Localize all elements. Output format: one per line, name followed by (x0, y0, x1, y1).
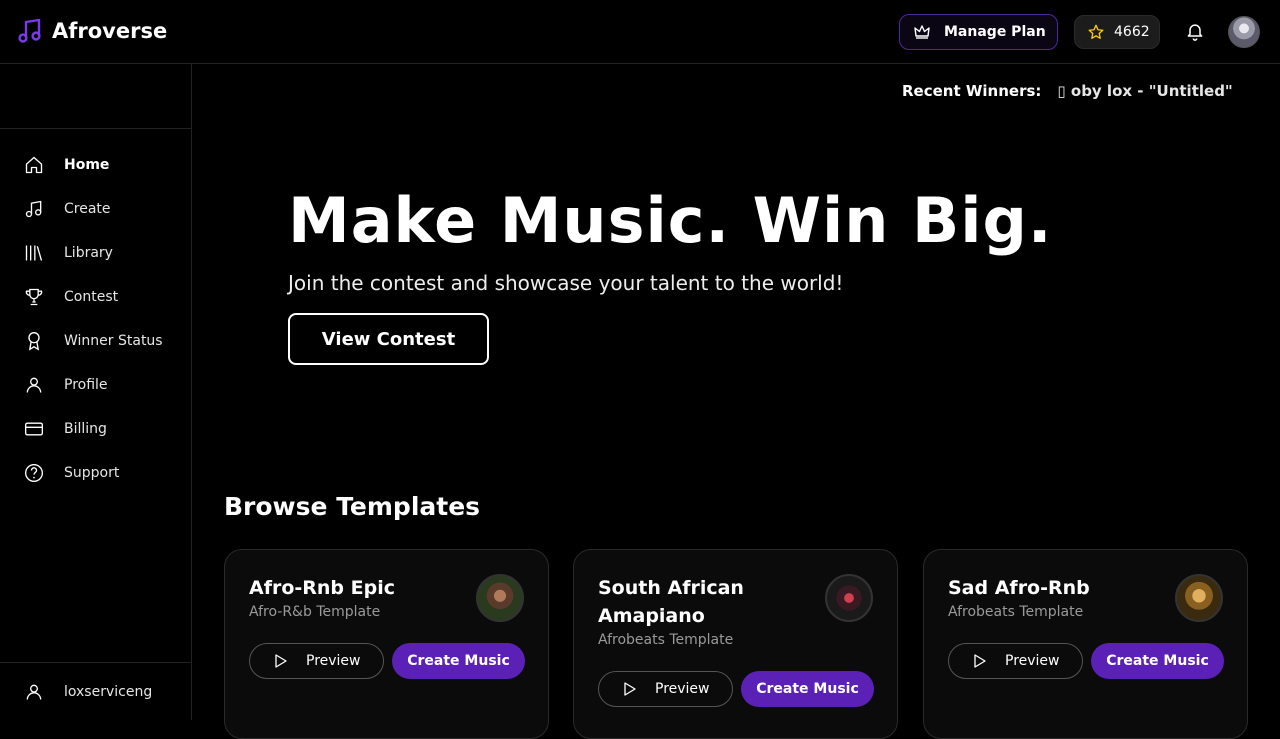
sidebar-item-label: Support (64, 465, 120, 481)
award-icon (28, 332, 40, 351)
hero-title: Make Music. Win Big. (288, 184, 1053, 257)
home-icon (25, 156, 43, 174)
preview-label: Preview (655, 681, 710, 697)
preview-label: Preview (1005, 653, 1060, 669)
preview-label: Preview (306, 653, 361, 669)
view-contest-button[interactable]: View Contest (288, 313, 489, 365)
sidebar-item-profile[interactable]: Profile (24, 373, 108, 397)
sidebar-item-library[interactable]: Library (24, 241, 113, 265)
sidebar-item-support[interactable]: Support (24, 461, 119, 485)
sidebar-item-label: Winner Status (64, 333, 163, 349)
sidebar-divider (0, 128, 191, 129)
star-icon (1088, 24, 1104, 39)
credits-count: 4662 (1114, 24, 1150, 40)
preview-button[interactable]: Preview (249, 643, 384, 679)
template-card: Afro-Rnb Epic Afro-R&b Template Preview … (224, 549, 549, 739)
crown-icon (914, 25, 930, 39)
preview-button[interactable]: Preview (948, 643, 1083, 679)
sidebar-user[interactable]: loxserviceng (24, 680, 152, 704)
create-music-button[interactable]: Create Music (741, 671, 874, 707)
sidebar-item-winner-status[interactable]: Winner Status (24, 329, 163, 353)
music-note-icon (25, 200, 42, 218)
play-icon (624, 682, 636, 696)
brand[interactable]: Afroverse (18, 18, 167, 44)
recent-winners-label: Recent Winners: (902, 82, 1042, 100)
manage-plan-label: Manage Plan (944, 24, 1046, 40)
sidebar-item-label: Library (64, 245, 113, 261)
top-bar: Afroverse Manage Plan 4662 (0, 0, 1280, 64)
sidebar-item-label: Create (64, 201, 111, 217)
template-thumbnail (476, 574, 524, 622)
create-music-button[interactable]: Create Music (392, 643, 525, 679)
user-icon (26, 377, 42, 393)
sidebar-item-home[interactable]: Home (24, 153, 109, 177)
create-music-button[interactable]: Create Music (1091, 643, 1224, 679)
sidebar-item-label: Contest (64, 289, 119, 305)
template-name: South African Amapiano (598, 577, 744, 627)
template-name: Sad Afro-Rnb (948, 577, 1090, 599)
recent-winners-ticker: Recent Winners: ▯ oby lox - "Untitled" (902, 82, 1233, 100)
sidebar-item-label: Profile (64, 377, 108, 393)
sidebar-item-label: Billing (64, 421, 107, 437)
template-type: Afro-R&b Template (249, 604, 381, 620)
user-icon (26, 684, 42, 700)
template-type: Afrobeats Template (598, 632, 734, 648)
browse-templates-title: Browse Templates (224, 492, 481, 521)
preview-button[interactable]: Preview (598, 671, 733, 707)
credits-badge[interactable]: 4662 (1074, 15, 1160, 49)
library-icon (25, 245, 43, 261)
bell-icon[interactable] (1185, 21, 1205, 41)
play-icon (974, 654, 986, 668)
sidebar-footer-divider (0, 662, 191, 663)
sidebar-username: loxserviceng (64, 684, 153, 700)
template-type: Afrobeats Template (948, 604, 1084, 620)
app-name: Afroverse (52, 19, 168, 43)
hero-subtitle: Join the contest and showcase your talen… (288, 271, 844, 295)
sidebar-item-contest[interactable]: Contest (24, 285, 118, 309)
music-note-logo-icon (18, 18, 41, 43)
sidebar-item-billing[interactable]: Billing (24, 417, 107, 441)
help-circle-icon (25, 464, 43, 482)
template-card: South African Amapiano Afrobeats Templat… (573, 549, 898, 739)
sidebar-item-label: Home (64, 157, 110, 173)
template-thumbnail (1175, 574, 1223, 622)
sidebar: Home Create Library Contest Winner Statu… (0, 64, 192, 720)
template-card: Sad Afro-Rnb Afrobeats Template Preview … (923, 549, 1248, 739)
credit-card-icon (25, 422, 43, 436)
main-content: Recent Winners: ▯ oby lox - "Untitled" M… (192, 64, 1280, 739)
play-icon (275, 654, 287, 668)
template-thumbnail (825, 574, 873, 622)
user-avatar[interactable] (1228, 16, 1260, 48)
template-name: Afro-Rnb Epic (249, 577, 396, 599)
manage-plan-button[interactable]: Manage Plan (899, 14, 1058, 50)
sidebar-item-create[interactable]: Create (24, 197, 111, 221)
recent-winner-entry[interactable]: ▯ oby lox - "Untitled" (1057, 82, 1232, 100)
trophy-icon (25, 288, 43, 306)
